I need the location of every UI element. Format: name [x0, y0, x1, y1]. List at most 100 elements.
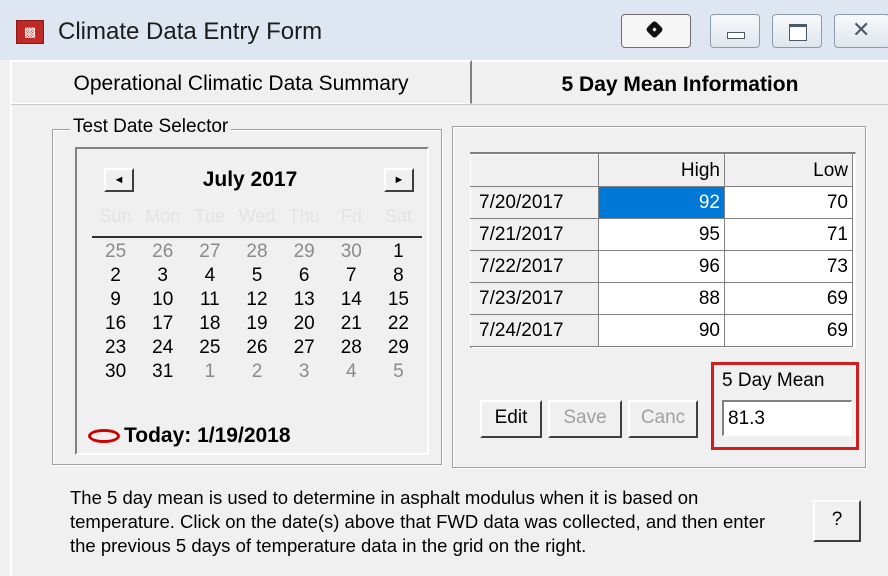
maximize-button[interactable]: [772, 14, 822, 48]
calendar-day[interactable]: 22: [375, 312, 422, 336]
calendar-day[interactable]: 15: [375, 288, 422, 312]
weekday-label: Mon: [145, 206, 181, 226]
edit-button[interactable]: Edit: [480, 400, 542, 438]
calendar-day[interactable]: 25: [186, 336, 233, 360]
climate-data-entry-window: ▩ Climate Data Entry Form ✕ Operational …: [0, 0, 888, 576]
calendar-day[interactable]: 20: [281, 312, 328, 336]
table-row: 7/23/2017 88 69: [470, 282, 853, 315]
close-button[interactable]: ✕: [834, 14, 888, 48]
weekday-header: Sun Mon Tue Wed Thu Fri Sat: [92, 206, 422, 227]
title-bar[interactable]: ▩ Climate Data Entry Form ✕: [0, 0, 888, 60]
calendar-day[interactable]: 28: [328, 336, 375, 360]
calendar-day[interactable]: 4: [328, 360, 375, 384]
grid-cell-low[interactable]: 70: [724, 186, 853, 219]
calendar-day[interactable]: 17: [139, 312, 186, 336]
tab-strip: Operational Climatic Data Summary 5 Day …: [10, 60, 888, 104]
test-date-selector-label: Test Date Selector: [70, 116, 232, 138]
weekday-label: Sat: [384, 206, 412, 226]
calendar-day[interactable]: 12: [233, 288, 280, 312]
calendar-day[interactable]: 9: [92, 288, 139, 312]
window-title: Climate Data Entry Form: [58, 18, 323, 45]
close-icon: ✕: [852, 17, 871, 42]
calendar-day[interactable]: 26: [139, 240, 186, 264]
calendar-day[interactable]: 11: [186, 288, 233, 312]
help-text: The 5 day mean is used to determine in a…: [70, 487, 766, 556]
grid-row-date: 7/21/2017: [470, 218, 599, 251]
grid-cell-high[interactable]: 90: [598, 314, 725, 347]
calendar-day[interactable]: 16: [92, 312, 139, 336]
calendar-day[interactable]: 5: [375, 360, 422, 384]
grid-row-date: 7/24/2017: [470, 314, 599, 347]
tab-5-day-mean-information[interactable]: 5 Day Mean Information: [472, 60, 888, 104]
calendar-day[interactable]: 14: [328, 288, 375, 312]
help-button[interactable]: ?: [813, 500, 861, 542]
grid-cell-low[interactable]: 69: [724, 314, 853, 347]
calendar-day-grid: 25 26 27 28 29 30 1 2 3 4 5 6 7 8 9 10 1…: [92, 240, 422, 384]
grid-cell-low[interactable]: 71: [724, 218, 853, 251]
calendar-day[interactable]: 2: [92, 264, 139, 288]
help-diamond-button[interactable]: [621, 14, 691, 48]
tab-operational-climatic-data-summary[interactable]: Operational Climatic Data Summary: [10, 60, 472, 104]
grid-cell-high[interactable]: 88: [598, 282, 725, 315]
calendar-month-label: July 2017: [202, 168, 298, 191]
weekday-label: Thu: [288, 206, 320, 226]
calendar-day[interactable]: 19: [233, 312, 280, 336]
calendar-day[interactable]: 1: [375, 240, 422, 264]
calendar-day[interactable]: 18: [186, 312, 233, 336]
grid-cell-high[interactable]: 92: [598, 186, 725, 219]
calendar-day[interactable]: 29: [375, 336, 422, 360]
table-row: 7/24/2017 90 69: [470, 314, 853, 347]
calendar-day[interactable]: 30: [328, 240, 375, 264]
calendar-day[interactable]: 24: [139, 336, 186, 360]
today-circle-icon: [88, 429, 120, 444]
maximize-icon: [789, 24, 807, 41]
today-label: Today: 1/19/2018: [124, 424, 291, 447]
calendar-day[interactable]: 27: [186, 240, 233, 264]
weekday-label: Wed: [238, 206, 276, 226]
grid-cell-high[interactable]: 95: [598, 218, 725, 251]
grid-row-date: 7/23/2017: [470, 282, 599, 315]
calendar-day[interactable]: 3: [139, 264, 186, 288]
calendar-day[interactable]: 21: [328, 312, 375, 336]
weekday-label: Sun: [99, 206, 132, 226]
calendar-day[interactable]: 10: [139, 288, 186, 312]
app-icon: ▩: [16, 20, 44, 44]
grid-header-high: High: [598, 154, 725, 187]
grid-row-date: 7/20/2017: [470, 186, 599, 219]
calendar-day[interactable]: 5: [233, 264, 280, 288]
previous-month-button[interactable]: ◄: [104, 168, 134, 192]
calendar-day[interactable]: 29: [281, 240, 328, 264]
minimize-button[interactable]: [710, 14, 760, 48]
calendar-day[interactable]: 1: [186, 360, 233, 384]
calendar-day[interactable]: 23: [92, 336, 139, 360]
five-day-mean-field[interactable]: [722, 400, 852, 436]
grid-cell-low[interactable]: 69: [724, 282, 853, 315]
diamond-icon: [645, 20, 664, 39]
table-row: 7/22/2017 96 73: [470, 250, 853, 283]
calendar-day[interactable]: 28: [233, 240, 280, 264]
calendar-day[interactable]: 13: [281, 288, 328, 312]
calendar-day[interactable]: 3: [281, 360, 328, 384]
calendar-day[interactable]: 6: [281, 264, 328, 288]
grid-cell-low[interactable]: 73: [724, 250, 853, 283]
weekday-divider: [92, 236, 422, 238]
calendar-day[interactable]: 30: [92, 360, 139, 384]
next-month-button[interactable]: ►: [384, 168, 414, 192]
grid-header-low: Low: [724, 154, 853, 187]
grid-cell-high[interactable]: 96: [598, 250, 725, 283]
calendar-day[interactable]: 25: [92, 240, 139, 264]
calendar-day[interactable]: 27: [281, 336, 328, 360]
calendar-day[interactable]: 31: [139, 360, 186, 384]
calendar-day[interactable]: 26: [233, 336, 280, 360]
calendar-day[interactable]: 4: [186, 264, 233, 288]
five-day-mean-label: 5 Day Mean: [722, 370, 825, 391]
calendar-day[interactable]: 2: [233, 360, 280, 384]
table-row: 7/20/2017 92 70: [470, 186, 853, 219]
save-button[interactable]: Save: [548, 400, 622, 438]
today-link[interactable]: Today: 1/19/2018: [88, 424, 291, 450]
temperature-grid: High Low 7/20/2017 92 70 7/21/2017 95 71…: [470, 154, 853, 347]
grid-corner-header: [470, 154, 599, 187]
calendar-day[interactable]: 8: [375, 264, 422, 288]
calendar-day[interactable]: 7: [328, 264, 375, 288]
cancel-button[interactable]: Canc: [628, 400, 698, 438]
